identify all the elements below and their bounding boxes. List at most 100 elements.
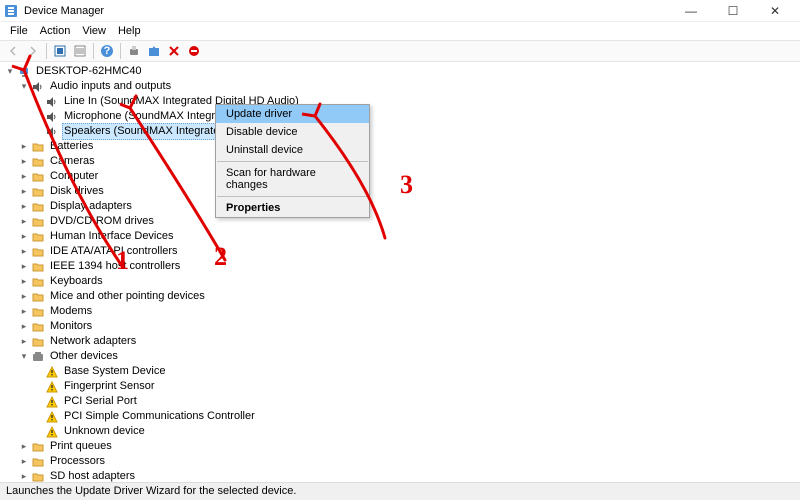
other-device[interactable]: PCI Serial Port (4, 394, 800, 409)
category-item[interactable]: ▸ Display adapters (4, 199, 800, 214)
expander-icon[interactable]: ▸ (18, 304, 30, 319)
category-item[interactable]: ▸Batteries (4, 139, 800, 154)
expander-icon[interactable]: ▸ (18, 289, 30, 304)
tree-item-label: Display adapters (48, 199, 134, 214)
expander-icon[interactable]: ▾ (18, 79, 30, 94)
category-item[interactable]: ▸ Monitors (4, 319, 800, 334)
minimize-button[interactable]: — (676, 2, 706, 20)
ctx-update-driver[interactable]: Update driver (216, 105, 369, 123)
category-item[interactable]: ▸Computer (4, 169, 800, 184)
other-device[interactable]: Fingerprint Sensor (4, 379, 800, 394)
tree-item-label: IEEE 1394 host controllers (48, 259, 182, 274)
category-item[interactable]: ▸ Print queues (4, 439, 800, 454)
category-item[interactable]: ▸ Modems (4, 304, 800, 319)
tree-item-label: Base System Device (62, 364, 167, 379)
expander-icon[interactable]: ▸ (18, 199, 30, 214)
expander-icon[interactable]: ▾ (18, 349, 30, 364)
device-icon (31, 290, 45, 304)
expander-icon[interactable]: ▸ (18, 139, 30, 154)
expander-icon[interactable]: ▸ (18, 319, 30, 334)
tree-item-label: Unknown device (62, 424, 147, 439)
tree-item-label: Disk drives (48, 184, 106, 199)
close-button[interactable]: ✕ (760, 2, 790, 20)
other-device[interactable]: PCI Simple Communications Controller (4, 409, 800, 424)
other-device[interactable]: Base System Device (4, 364, 800, 379)
expander-icon[interactable]: ▸ (18, 334, 30, 349)
category-audio[interactable]: ▾ Audio inputs and outputs (4, 79, 800, 94)
device-icon (45, 365, 59, 379)
category-item[interactable]: ▸SD host adapters (4, 469, 800, 482)
expander-icon[interactable]: ▸ (18, 169, 30, 184)
window-title: Device Manager (24, 5, 676, 17)
expander-icon[interactable]: ▸ (18, 259, 30, 274)
device-icon (31, 470, 45, 483)
device-tree[interactable]: ▾ DESKTOP-62HMC40 ▾ Audio inputs and output… (0, 62, 800, 482)
tree-item-label: Print queues (48, 439, 114, 454)
category-other[interactable]: ▾Other devices (4, 349, 800, 364)
audio-device[interactable]: Line In (SoundMAX Integrated Digital HD … (4, 94, 800, 109)
expander-icon[interactable]: ▾ (4, 64, 16, 79)
expander-icon[interactable]: ▸ (18, 214, 30, 229)
category-item[interactable]: ▸ Human Interface Devices (4, 229, 800, 244)
audio-device[interactable]: Speakers (SoundMAX Integrated Digital HD… (4, 124, 800, 139)
context-menu: Update driver Disable device Uninstall d… (215, 104, 370, 218)
ctx-disable-device[interactable]: Disable device (216, 123, 369, 141)
category-item[interactable]: ▸Keyboards (4, 274, 800, 289)
menu-file[interactable]: File (4, 25, 34, 37)
other-device[interactable]: Unknown device (4, 424, 800, 439)
category-item[interactable]: ▸IDE ATA/ATAPI controllers (4, 244, 800, 259)
scan-button[interactable] (125, 42, 143, 60)
root-node[interactable]: ▾ DESKTOP-62HMC40 (4, 64, 800, 79)
expander-icon[interactable]: ▸ (18, 184, 30, 199)
expander-icon[interactable]: ▸ (18, 154, 30, 169)
expander-icon[interactable]: ▸ (18, 229, 30, 244)
ctx-scan-hardware[interactable]: Scan for hardware changes (216, 164, 369, 194)
tree-item-label: Cameras (48, 154, 97, 169)
toolbar: ? (0, 40, 800, 62)
expander-icon[interactable]: ▸ (18, 454, 30, 469)
back-button[interactable] (4, 42, 22, 60)
forward-button[interactable] (24, 42, 42, 60)
update-button[interactable] (145, 42, 163, 60)
show-hidden-button[interactable] (51, 42, 69, 60)
device-icon (31, 140, 45, 154)
device-icon (45, 95, 59, 109)
category-item[interactable]: ▸Processors (4, 454, 800, 469)
device-icon (31, 245, 45, 259)
device-icon (17, 65, 31, 79)
ctx-uninstall-device[interactable]: Uninstall device (216, 141, 369, 159)
maximize-button[interactable]: ☐ (718, 2, 748, 20)
tree-item-label: Audio inputs and outputs (48, 79, 173, 94)
menu-action[interactable]: Action (34, 25, 77, 37)
uninstall-button[interactable] (185, 42, 203, 60)
tree-item-label: Mice and other pointing devices (48, 289, 207, 304)
device-icon (45, 380, 59, 394)
category-item[interactable]: ▸ Network adapters (4, 334, 800, 349)
device-icon (45, 410, 59, 424)
category-item[interactable]: ▸ Disk drives (4, 184, 800, 199)
help-button[interactable]: ? (98, 42, 116, 60)
category-item[interactable]: ▸ IEEE 1394 host controllers (4, 259, 800, 274)
device-icon (31, 305, 45, 319)
ctx-properties[interactable]: Properties (216, 199, 369, 217)
category-item[interactable]: ▸DVD/CD-ROM drives (4, 214, 800, 229)
menu-help[interactable]: Help (112, 25, 147, 37)
properties-button[interactable] (71, 42, 89, 60)
tree-item-label: DESKTOP-62HMC40 (34, 64, 144, 79)
expander-icon[interactable]: ▸ (18, 439, 30, 454)
category-item[interactable]: ▸ Mice and other pointing devices (4, 289, 800, 304)
audio-device[interactable]: Microphone (SoundMAX Integrated Digital … (4, 109, 800, 124)
expander-icon[interactable]: ▸ (18, 244, 30, 259)
app-icon (4, 4, 18, 18)
device-icon (31, 170, 45, 184)
expander-icon[interactable]: ▸ (18, 469, 30, 482)
disable-button[interactable] (165, 42, 183, 60)
menu-view[interactable]: View (76, 25, 112, 37)
tree-item-label: Monitors (48, 319, 94, 334)
category-item[interactable]: ▸ Cameras (4, 154, 800, 169)
expander-icon[interactable]: ▸ (18, 274, 30, 289)
tree-item-label: Network adapters (48, 334, 138, 349)
title-bar: Device Manager — ☐ ✕ (0, 0, 800, 22)
tree-item-label: Modems (48, 304, 94, 319)
tree-item-label: Human Interface Devices (48, 229, 176, 244)
